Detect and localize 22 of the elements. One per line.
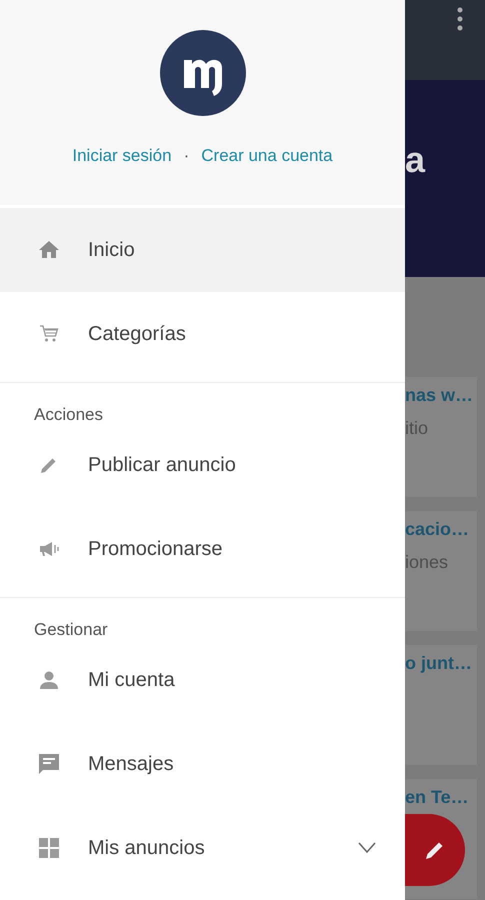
- section-title: Acciones: [33, 404, 104, 423]
- menu-item[interactable]: Mensajes: [0, 722, 405, 806]
- message-icon: [37, 752, 61, 776]
- separator-dot: ·: [184, 146, 190, 166]
- menu-item[interactable]: Mi cuenta: [0, 638, 405, 722]
- menu-item[interactable]: Publicar anuncio: [0, 423, 405, 507]
- chevron-icon[interactable]: [357, 842, 377, 854]
- menu-item[interactable]: Mis anuncios: [0, 806, 405, 890]
- section-title: Gestionar: [33, 619, 109, 638]
- card-title: en Te…: [405, 787, 470, 808]
- hero-title: a: [405, 138, 426, 180]
- card-title: o junt…: [405, 653, 473, 674]
- logo-icon: [160, 30, 246, 116]
- card-title: cacio…: [405, 519, 470, 540]
- card-title: nas w…: [405, 385, 474, 406]
- auth-link[interactable]: Crear una cuenta: [201, 146, 333, 166]
- menu-item[interactable]: Promocionarse: [0, 507, 405, 591]
- auth-link[interactable]: Iniciar sesión: [72, 146, 172, 166]
- menu-item[interactable]: Inicio: [0, 208, 405, 292]
- more-icon[interactable]: [457, 7, 463, 31]
- grid-icon: [37, 836, 61, 860]
- menu-item[interactable]: Categorías: [0, 292, 405, 376]
